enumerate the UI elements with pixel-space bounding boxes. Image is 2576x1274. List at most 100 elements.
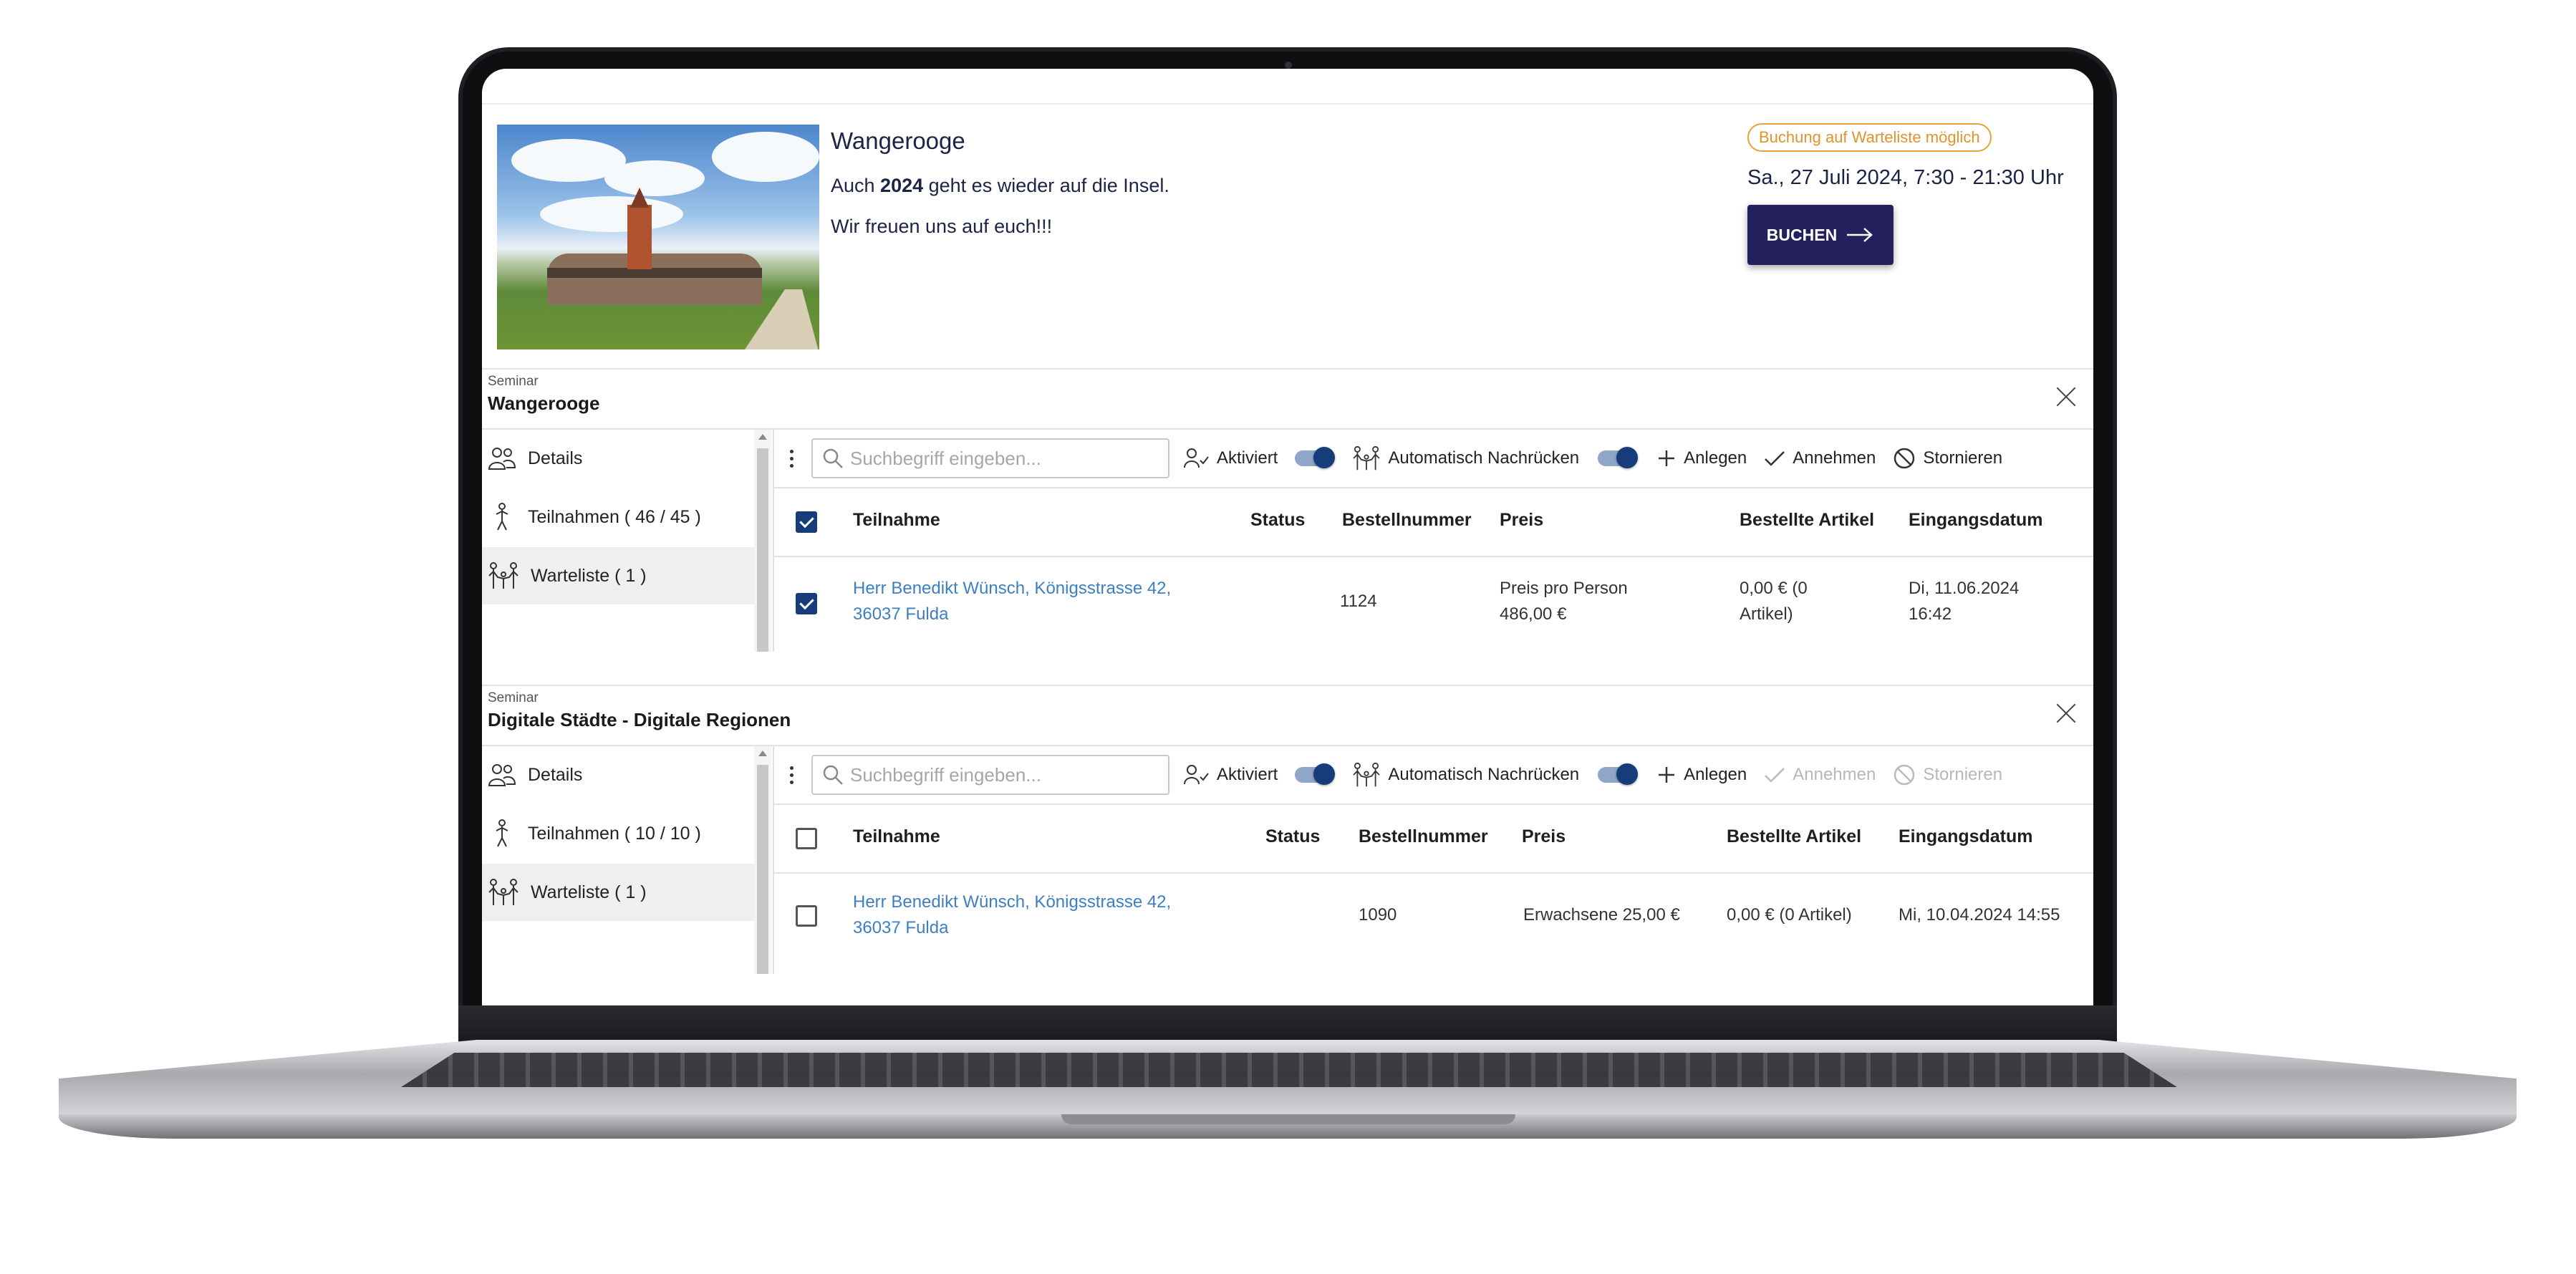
order-number-cell: 1090 bbox=[1359, 905, 1397, 925]
cancel-button[interactable]: Stornieren bbox=[1893, 447, 2002, 470]
block-icon bbox=[1894, 764, 1915, 786]
column-header[interactable]: Bestellnummer bbox=[1359, 826, 1488, 847]
activated-toggle[interactable] bbox=[1295, 763, 1336, 785]
column-header[interactable]: Eingangsdatum bbox=[1899, 826, 2033, 847]
laptop-keyboard bbox=[401, 1053, 2177, 1087]
more-options-icon[interactable] bbox=[777, 761, 806, 789]
column-header[interactable]: Teilnahme bbox=[853, 826, 940, 847]
scroll-thumb[interactable] bbox=[757, 448, 768, 652]
auto-advance-group: Automatisch Nachrücken bbox=[1352, 762, 1579, 788]
search-field[interactable] bbox=[811, 438, 1169, 478]
accept-label: Annehmen bbox=[1793, 765, 1876, 784]
panel-title: Wangerooge bbox=[488, 392, 600, 414]
seminar-panel: Seminar Wangerooge Details Teilnahmen ( … bbox=[482, 368, 2093, 652]
block-icon bbox=[1894, 448, 1915, 469]
family-icon bbox=[488, 562, 518, 589]
sidebar-item-details[interactable]: Details bbox=[482, 746, 754, 804]
sidebar-scrollbar[interactable] bbox=[754, 746, 771, 974]
scroll-up-icon[interactable] bbox=[758, 434, 767, 440]
panel-label: Seminar bbox=[488, 690, 539, 705]
more-options-icon[interactable] bbox=[777, 444, 806, 473]
participant-link[interactable]: Herr Benedikt Wünsch, Königsstrasse 42, 3… bbox=[853, 576, 1171, 627]
panel-label: Seminar bbox=[488, 374, 539, 389]
seminar-panel: Seminar Digitale Städte - Digitale Regio… bbox=[482, 685, 2093, 974]
person-icon bbox=[496, 503, 508, 531]
column-header[interactable]: Status bbox=[1250, 510, 1305, 531]
auto-advance-label: Automatisch Nachrücken bbox=[1388, 765, 1580, 784]
sidebar-item-waitlist[interactable]: Warteliste ( 1 ) bbox=[482, 547, 754, 604]
sidebar-item-label: Teilnahmen ( 10 / 10 ) bbox=[528, 823, 701, 844]
column-header[interactable]: Bestellnummer bbox=[1342, 510, 1472, 531]
search-field[interactable] bbox=[811, 755, 1169, 795]
accept-button[interactable]: Annehmen bbox=[1764, 765, 1876, 785]
create-button[interactable]: Anlegen bbox=[1656, 765, 1747, 785]
panel-toolbar: Aktiviert Automatisch Nachrücken Anlegen… bbox=[774, 430, 2093, 487]
group-icon bbox=[488, 448, 516, 470]
price-cell: Erwachsene 25,00 € bbox=[1523, 905, 1680, 925]
sidebar-item-waitlist[interactable]: Warteliste ( 1 ) bbox=[482, 864, 754, 921]
auto-advance-label: Automatisch Nachrücken bbox=[1388, 448, 1580, 468]
book-button[interactable]: BUCHEN bbox=[1747, 205, 1894, 265]
sidebar-item-label: Details bbox=[528, 764, 583, 785]
date-cell: Di, 11.06.2024 16:42 bbox=[1909, 579, 2020, 624]
column-header[interactable]: Preis bbox=[1522, 826, 1566, 847]
book-button-label: BUCHEN bbox=[1766, 225, 1838, 244]
column-header[interactable]: Bestellte Artikel bbox=[1740, 510, 1874, 531]
table-row[interactable]: Herr Benedikt Wünsch, Königsstrasse 42, 3… bbox=[774, 557, 2093, 650]
panel-title: Digitale Städte - Digitale Regionen bbox=[488, 709, 791, 730]
auto-advance-group: Automatisch Nachrücken bbox=[1352, 445, 1579, 471]
panel-toolbar: Aktiviert Automatisch Nachrücken Anlegen… bbox=[774, 746, 2093, 804]
search-input[interactable] bbox=[850, 763, 1151, 786]
family-icon bbox=[1353, 445, 1380, 470]
close-icon[interactable] bbox=[2055, 702, 2078, 725]
family-icon bbox=[488, 879, 518, 905]
auto-advance-toggle[interactable] bbox=[1598, 763, 1639, 785]
participant-link[interactable]: Herr Benedikt Wünsch, Königsstrasse 42, 3… bbox=[853, 889, 1171, 941]
column-header[interactable]: Bestellte Artikel bbox=[1727, 826, 1861, 847]
participants-table: Teilnahme Status Bestellnummer Preis Bes… bbox=[774, 487, 2093, 652]
activated-toggle-group: Aktiviert bbox=[1184, 448, 1278, 469]
accept-button[interactable]: Annehmen bbox=[1764, 448, 1876, 468]
column-header[interactable]: Preis bbox=[1500, 510, 1543, 531]
check-icon bbox=[1765, 451, 1785, 466]
person-check-icon bbox=[1184, 765, 1209, 785]
sidebar-item-label: Teilnahmen ( 46 / 45 ) bbox=[528, 506, 701, 527]
column-header[interactable]: Teilnahme bbox=[853, 510, 940, 531]
sidebar-item-details[interactable]: Details bbox=[482, 430, 754, 487]
waitlist-badge: Buchung auf Warteliste möglich bbox=[1747, 123, 1992, 152]
sidebar-scrollbar[interactable] bbox=[754, 430, 771, 652]
sidebar-item-participations[interactable]: Teilnahmen ( 10 / 10 ) bbox=[482, 805, 754, 862]
select-all-checkbox[interactable] bbox=[796, 828, 817, 849]
camera-icon bbox=[1285, 62, 1292, 69]
column-header[interactable]: Status bbox=[1265, 826, 1320, 847]
plus-icon bbox=[1659, 767, 1675, 783]
cancel-label: Stornieren bbox=[1923, 765, 2003, 784]
cancel-button[interactable]: Stornieren bbox=[1893, 763, 2002, 786]
select-all-checkbox[interactable] bbox=[796, 511, 817, 533]
activated-label: Aktiviert bbox=[1217, 765, 1278, 784]
search-input[interactable] bbox=[850, 447, 1151, 470]
scroll-up-icon[interactable] bbox=[758, 751, 767, 756]
date-cell: Mi, 10.04.2024 14:55 bbox=[1899, 905, 2060, 925]
activated-toggle[interactable] bbox=[1295, 447, 1336, 468]
close-icon[interactable] bbox=[2055, 385, 2078, 408]
accept-label: Annehmen bbox=[1793, 448, 1876, 468]
search-icon bbox=[823, 448, 843, 468]
create-button[interactable]: Anlegen bbox=[1656, 448, 1747, 468]
sidebar-item-participations[interactable]: Teilnahmen ( 46 / 45 ) bbox=[482, 488, 754, 546]
activated-toggle-group: Aktiviert bbox=[1184, 764, 1278, 786]
row-checkbox[interactable] bbox=[796, 905, 817, 927]
table-row[interactable]: Herr Benedikt Wünsch, Königsstrasse 42, 3… bbox=[774, 874, 2093, 960]
create-label: Anlegen bbox=[1684, 448, 1747, 468]
column-header[interactable]: Eingangsdatum bbox=[1909, 510, 2043, 531]
auto-advance-toggle[interactable] bbox=[1598, 447, 1639, 468]
event-date: Sa., 27 Juli 2024, 7:30 - 21:30 Uhr bbox=[1747, 166, 2064, 189]
search-icon bbox=[823, 765, 843, 785]
scroll-thumb[interactable] bbox=[757, 765, 768, 974]
laptop-notch bbox=[1061, 1114, 1515, 1124]
event-description-line1: Auch 2024 geht es wieder auf die Insel. bbox=[831, 175, 1169, 196]
person-icon bbox=[496, 819, 508, 847]
row-checkbox[interactable] bbox=[796, 593, 817, 614]
top-divider bbox=[482, 103, 2093, 105]
articles-cell: 0,00 € (0 Artikel) bbox=[1727, 905, 1852, 925]
